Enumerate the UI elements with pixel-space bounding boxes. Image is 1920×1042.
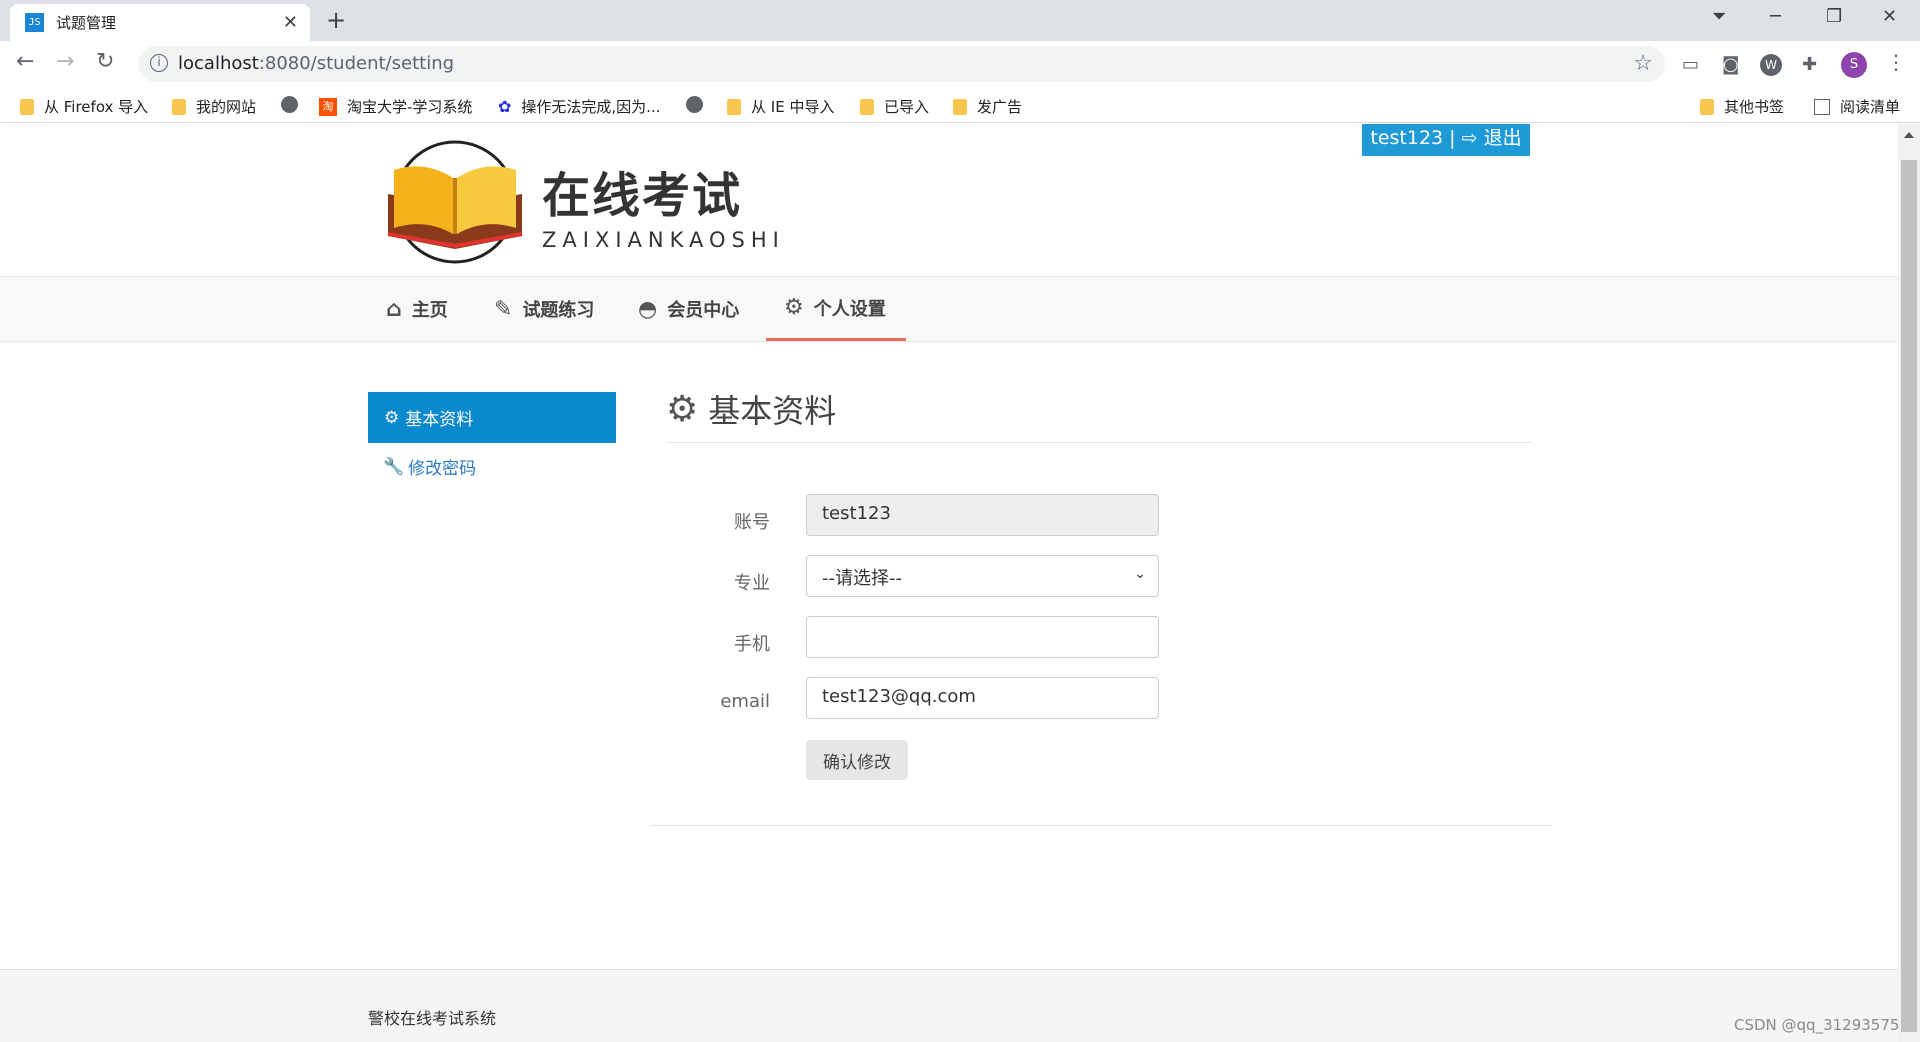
back-icon[interactable]: ←: [16, 49, 34, 74]
sidebar-item-basic-info[interactable]: ⚙ 基本资料: [368, 392, 616, 443]
footer: 警校在线考试系统: [0, 969, 1898, 1042]
bookmark-item[interactable]: 已导入: [860, 96, 929, 117]
bookmark-item[interactable]: [686, 96, 713, 113]
dashboard-icon: ◓: [638, 296, 658, 322]
folder-icon: [727, 98, 741, 115]
folder-icon: [860, 98, 874, 115]
tab-title: 试题管理: [56, 14, 117, 32]
bookmark-item[interactable]: 我的网站: [172, 96, 256, 117]
cast-icon[interactable]: ▭: [1682, 54, 1699, 75]
confirm-button[interactable]: 确认修改: [806, 740, 908, 780]
browser-tab[interactable]: JS 试题管理 ✕: [10, 4, 310, 41]
paw-icon: ✿: [498, 97, 512, 116]
folder-icon: [172, 98, 186, 115]
book-logo-icon: [387, 140, 523, 264]
reading-list-icon: [1814, 98, 1830, 115]
brand-title: 在线考试: [542, 168, 743, 224]
nav-item-home[interactable]: ⌂ 主页: [386, 277, 448, 341]
bookmark-item[interactable]: ✿ 操作无法完成,因为...: [498, 96, 660, 117]
taobao-icon: 淘: [319, 97, 337, 116]
favicon-icon: JS: [25, 13, 44, 32]
gears-icon: ⚙: [384, 407, 400, 428]
window-close-icon[interactable]: ✕: [1882, 6, 1897, 27]
folder-icon: [1700, 98, 1714, 115]
forward-icon[interactable]: →: [56, 49, 74, 74]
camera-icon[interactable]: ◙: [1722, 54, 1739, 75]
reading-list[interactable]: 阅读清单: [1814, 96, 1900, 117]
bookmark-item[interactable]: 淘淘宝大学-学习系统: [319, 96, 472, 117]
scroll-thumb[interactable]: [1901, 160, 1917, 1032]
restore-icon[interactable]: ❐: [1826, 6, 1842, 27]
bookmark-star-icon[interactable]: ☆: [1633, 51, 1653, 76]
globe-icon: [686, 96, 703, 113]
site-info-icon[interactable]: i: [150, 54, 168, 72]
nav-item-practice[interactable]: ✎ 试题练习: [494, 277, 594, 341]
other-bookmarks[interactable]: 其他书签: [1700, 96, 1784, 117]
wrench-icon: 🔧: [383, 456, 405, 477]
user-logout-bar[interactable]: test123 | ⇨ 退出: [1362, 124, 1530, 156]
globe-icon: [281, 96, 298, 113]
major-label: 专业: [734, 573, 770, 594]
url-text[interactable]: localhost:8080/student/setting: [178, 53, 454, 74]
extensions-icon[interactable]: ✚: [1802, 54, 1817, 75]
page-scrollbar[interactable]: [1898, 124, 1920, 1042]
new-tab-icon[interactable]: +: [326, 6, 346, 34]
minimize-icon[interactable]: ─: [1770, 6, 1781, 27]
tab-search-icon[interactable]: ⏷: [1712, 6, 1726, 27]
nav-item-settings[interactable]: ⚙ 个人设置: [766, 277, 906, 341]
browser-toolbar: ← → ↻ i localhost:8080/student/setting ☆…: [0, 41, 1920, 87]
page-viewport: test123 | ⇨ 退出 在线考试 ZAIXIANKAOSHI ⌂ 主页 ✎…: [0, 124, 1898, 1042]
nav-item-member-center[interactable]: ◓ 会员中心: [638, 277, 739, 341]
email-label: email: [720, 691, 770, 712]
section-title: ⚙ 基本资料: [666, 388, 837, 431]
bookmark-item[interactable]: 发广告: [953, 96, 1022, 117]
browser-menu-icon[interactable]: ⋮: [1886, 50, 1906, 74]
watermark: CSDN @qq_31293575: [1734, 1016, 1900, 1034]
major-select[interactable]: --请选择-- ⌄: [806, 555, 1159, 597]
sidebar-item-change-password[interactable]: 🔧 修改密码: [383, 454, 476, 480]
divider: [650, 825, 1552, 826]
reload-icon[interactable]: ↻: [96, 49, 114, 74]
gears-icon: ⚙: [784, 295, 804, 320]
footer-text: 警校在线考试系统: [368, 1009, 497, 1028]
browser-tabstrip: JS 试题管理 ✕ + ⏷ ─ ❐ ✕: [0, 0, 1920, 41]
bookmarks-bar: 从 Firefox 导入 我的网站 淘淘宝大学-学习系统 ✿ 操作无法完成,因为.…: [0, 87, 1920, 123]
email-field[interactable]: test123@qq.com: [806, 677, 1159, 719]
home-icon: ⌂: [386, 296, 402, 322]
edit-icon: ✎: [494, 296, 513, 322]
bookmark-item[interactable]: [281, 96, 308, 113]
bookmark-item[interactable]: 从 IE 中导入: [727, 96, 834, 117]
account-label: 账号: [734, 512, 770, 533]
w-extension-icon[interactable]: W: [1760, 54, 1782, 76]
folder-icon: [20, 98, 34, 115]
phone-label: 手机: [734, 634, 770, 655]
chevron-down-icon: ⌄: [1134, 566, 1146, 582]
scroll-up-icon[interactable]: [1904, 132, 1914, 138]
close-tab-icon[interactable]: ✕: [283, 12, 298, 33]
site-logo[interactable]: 在线考试 ZAIXIANKAOSHI: [380, 134, 779, 274]
address-bar[interactable]: i localhost:8080/student/setting ☆: [138, 46, 1665, 82]
account-field: test123: [806, 494, 1159, 536]
main-navbar: ⌂ 主页 ✎ 试题练习 ◓ 会员中心 ⚙ 个人设置: [0, 276, 1898, 342]
bookmark-item[interactable]: 从 Firefox 导入: [20, 96, 148, 117]
divider: [666, 442, 1532, 443]
phone-field[interactable]: [806, 616, 1159, 658]
profile-avatar[interactable]: S: [1841, 52, 1867, 78]
brand-subtitle: ZAIXIANKAOSHI: [542, 228, 785, 252]
gears-icon: ⚙: [666, 388, 699, 430]
folder-icon: [953, 98, 967, 115]
